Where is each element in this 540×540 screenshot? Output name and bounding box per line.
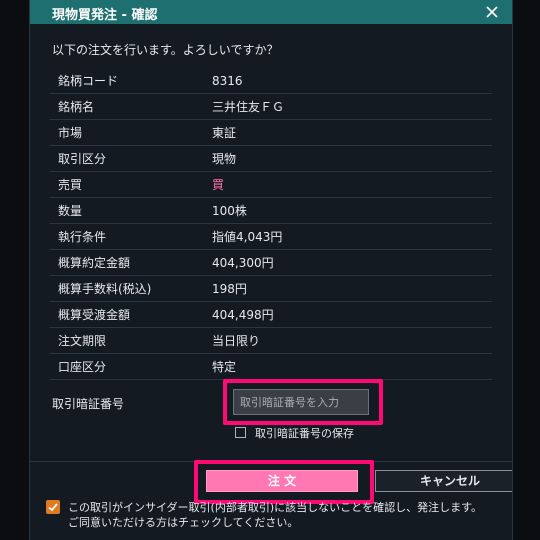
dialog-titlebar: 現物買発注 - 確認	[30, 0, 512, 24]
agreement-text: この取引がインサイダー取引(内部者取引)に該当しないことを確認し、発注します。 …	[68, 500, 482, 530]
detail-value: 404,300円	[208, 249, 492, 276]
close-icon[interactable]	[484, 4, 500, 20]
detail-label: 執行条件	[50, 223, 208, 250]
detail-label: 概算約定金額	[50, 249, 208, 276]
detail-row: 銘柄コード 8316	[50, 68, 492, 94]
detail-row: 執行条件 指値4,043円	[50, 223, 492, 250]
detail-row: 口座区分 特定	[50, 353, 492, 380]
detail-value: 当日限り	[208, 327, 492, 354]
agreement-line-1: この取引がインサイダー取引(内部者取引)に該当しないことを確認し、発注します。	[68, 501, 483, 514]
checkmark-icon	[48, 503, 58, 512]
detail-row: 銘柄名 三井住友ＦＧ	[50, 93, 492, 120]
detail-label: 概算受渡金額	[50, 301, 208, 328]
detail-row: 概算手数料(税込) 198円	[50, 275, 492, 302]
footer-divider	[30, 461, 512, 462]
detail-value: 買	[208, 171, 492, 198]
detail-label: 取引区分	[50, 145, 208, 172]
detail-value: 現物	[208, 145, 492, 172]
detail-row: 売買買	[50, 171, 492, 198]
detail-label: 銘柄名	[50, 93, 208, 120]
detail-label: 売買	[50, 171, 208, 198]
detail-row: 数量 100株	[50, 197, 492, 224]
detail-row: 概算約定金額 404,300円	[50, 249, 492, 276]
agreement-checkbox[interactable]	[46, 500, 60, 514]
detail-value: 100株	[208, 197, 492, 224]
order-confirm-dialog: 現物買発注 - 確認 以下の注文を行います。よろしいですか？ 銘柄コード 8316…	[29, 0, 513, 540]
agreement-line-2: ご同意いただける方はチェックしてください。	[68, 516, 299, 529]
cancel-button[interactable]: キャンセル	[375, 470, 512, 492]
detail-row: 概算受渡金額 404,498円	[50, 301, 492, 328]
detail-value: 404,498円	[208, 301, 492, 328]
detail-row: 市場 東証	[50, 119, 492, 146]
pin-label: 取引暗証番号	[52, 397, 125, 411]
detail-value: 198円	[208, 275, 492, 302]
detail-value: 特定	[208, 353, 492, 380]
detail-label: 数量	[50, 197, 208, 224]
order-button[interactable]: 注 文	[206, 470, 358, 492]
detail-label: 注文期限	[50, 327, 208, 354]
save-pin-label: 取引暗証番号の保存	[255, 427, 354, 440]
confirm-prompt: 以下の注文を行います。よろしいですか？	[52, 43, 279, 57]
detail-label: 口座区分	[50, 353, 208, 380]
detail-value: 三井住友ＦＧ	[208, 93, 492, 120]
detail-value: 8316	[208, 68, 492, 94]
save-pin-checkbox[interactable]	[235, 427, 246, 438]
detail-value: 東証	[208, 119, 492, 146]
detail-label: 市場	[50, 119, 208, 146]
detail-value: 指値4,043円	[208, 223, 492, 250]
dialog-title: 現物買発注 - 確認	[52, 8, 158, 23]
detail-label: 銘柄コード	[50, 68, 208, 94]
order-details-table: 銘柄コード 8316 銘柄名 三井住友ＦＧ 市場 東証 取引区分 現物 売買買数量 100株 執行条…	[50, 68, 492, 380]
pin-input[interactable]	[233, 389, 369, 415]
detail-label: 概算手数料(税込)	[50, 275, 208, 302]
detail-row: 注文期限 当日限り	[50, 327, 492, 354]
detail-row: 取引区分 現物	[50, 145, 492, 172]
